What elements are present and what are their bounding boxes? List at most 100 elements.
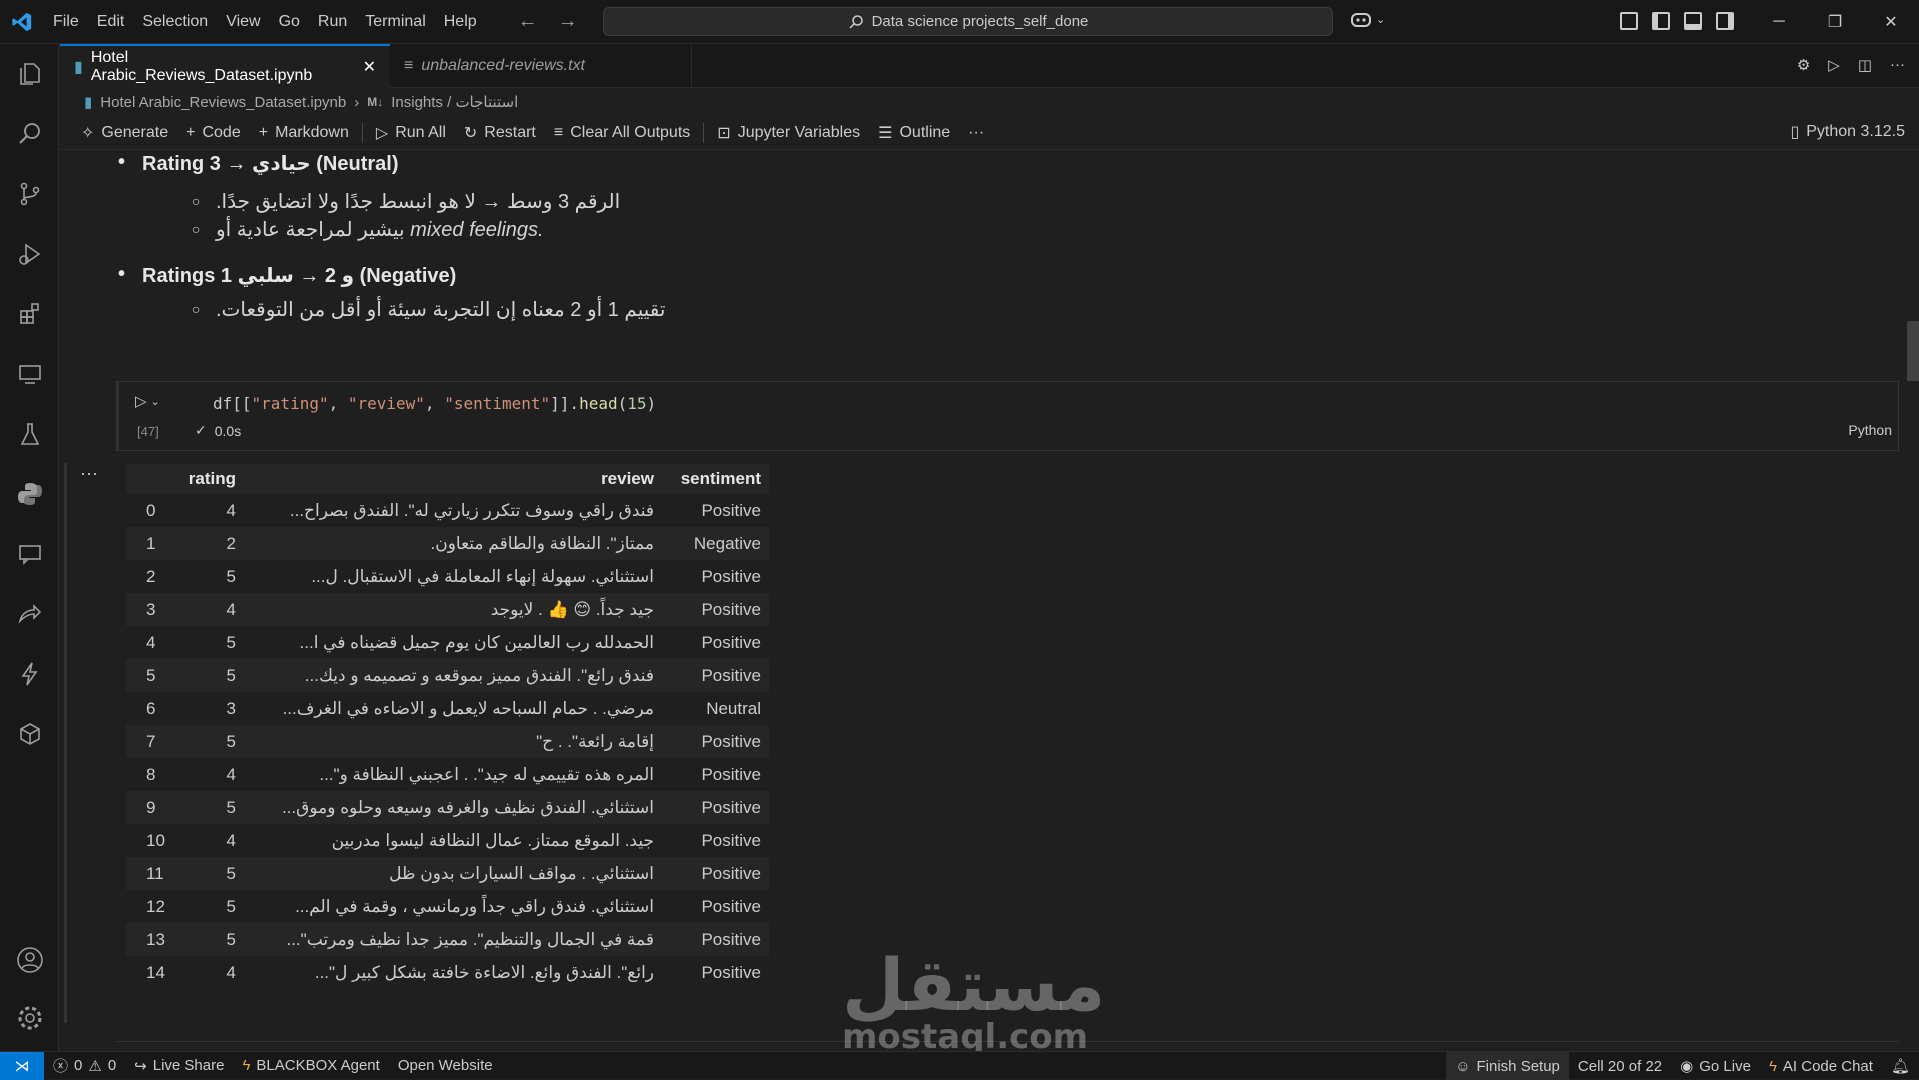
go-live-button[interactable]: ◉ Go Live (1671, 1052, 1760, 1080)
cell-rating: 5 (226, 566, 236, 586)
cell-language[interactable]: Python (1848, 422, 1892, 438)
scrollbar-thumb[interactable] (1907, 321, 1919, 381)
copilot-menu[interactable]: ⌄ (1350, 10, 1385, 28)
blackbox-cube-icon[interactable] (14, 718, 46, 750)
cell-index: 0 (146, 500, 156, 520)
cell-rating: 5 (176, 857, 256, 890)
table-row: 6 3 مرضي. . حمام السباحه لايعمل و الاضاءه … (126, 692, 769, 725)
menu-help[interactable]: Help (435, 0, 486, 44)
cell-sentiment: Positive (662, 923, 769, 956)
run-all-icon: ▷ (375, 124, 389, 142)
run-debug-icon[interactable] (14, 238, 46, 270)
problems-indicator[interactable]: ⓧ 0 ⚠ 0 (44, 1052, 125, 1080)
cell-position[interactable]: Cell 20 of 22 (1569, 1052, 1671, 1080)
menu-view[interactable]: View (217, 0, 269, 44)
toggle-secondary-sidebar-icon[interactable] (1716, 12, 1734, 30)
live-share-icon[interactable] (14, 598, 46, 630)
lightning-icon: ϟ (1768, 1057, 1777, 1075)
restart-label: Restart (484, 123, 536, 141)
activity-bar (0, 44, 59, 1051)
generate-button[interactable]: ✧ Generate (72, 123, 177, 143)
code-line[interactable]: df[["rating", "review", "sentiment"]].he… (213, 394, 656, 413)
run-icon[interactable]: ▷ (1828, 56, 1840, 74)
cell-index: 8 (146, 764, 156, 784)
add-markdown-button[interactable]: + Markdown (250, 124, 358, 142)
cell-review: استثنائي. سهولة إنهاء المعاملة في الاستق… (311, 566, 654, 586)
run-all-button[interactable]: ▷ Run All (367, 123, 455, 143)
clear-all-outputs-button[interactable]: ≡ Clear All Outputs (545, 124, 699, 142)
header-index (126, 464, 176, 494)
title-bar: File Edit Selection View Go Run Terminal… (0, 0, 1919, 44)
remote-explorer-icon[interactable] (14, 358, 46, 390)
source-control-icon[interactable] (14, 178, 46, 210)
go-live-label: Go Live (1699, 1057, 1751, 1075)
menu-file[interactable]: File (44, 0, 88, 44)
search-icon[interactable] (14, 118, 46, 150)
cell-review: فندق رائع". الفندق مميز بموقعه و تصميمه … (256, 659, 662, 692)
extensions-icon[interactable] (14, 298, 46, 330)
ai-code-chat-button[interactable]: ϟ AI Code Chat (1760, 1052, 1882, 1080)
cell-sentiment: Negative (662, 527, 769, 560)
back-arrow-icon[interactable]: ← (518, 10, 538, 33)
open-website-button[interactable]: Open Website (389, 1052, 502, 1080)
outline-icon: ☰ (878, 124, 893, 142)
tab-notebook[interactable]: ▮ Hotel Arabic_Reviews_Dataset.ipynb ✕ (60, 44, 390, 88)
gear-icon[interactable]: ⚙ (1797, 56, 1810, 74)
menu-selection[interactable]: Selection (133, 0, 217, 44)
breadcrumb-section[interactable]: Insights / استنتاجات (391, 93, 518, 111)
minimize-icon[interactable]: ─ (1751, 0, 1807, 44)
output-more-icon[interactable]: ··· (80, 463, 98, 484)
breadcrumb-file[interactable]: Hotel Arabic_Reviews_Dataset.ipynb (100, 94, 346, 111)
python-icon[interactable] (14, 478, 46, 510)
cell-rating: 2 (176, 527, 256, 560)
menu-go[interactable]: Go (270, 0, 309, 44)
cell-position-label: Cell 20 of 22 (1577, 1057, 1663, 1075)
lightning-icon[interactable] (14, 658, 46, 690)
code-cell[interactable]: ▷ ⌄ df[["rating", "review", "sentiment"]… (116, 381, 1899, 451)
remote-indicator-icon[interactable]: ⋊ (0, 1051, 44, 1080)
blackbox-agent-button[interactable]: ϟ BLACKBOX Agent (233, 1052, 388, 1080)
testing-flask-icon[interactable] (14, 418, 46, 450)
cell-index: 1 (126, 527, 176, 560)
explorer-icon[interactable] (14, 58, 46, 90)
account-icon[interactable] (14, 944, 46, 976)
tab-text-file[interactable]: ≡ unbalanced-reviews.txt (390, 44, 692, 88)
table-row: 12 5 استثنائي. فندق راقي جداً ورمانسي ، وق… (126, 890, 769, 923)
jupyter-variables-button[interactable]: ⊡ Jupyter Variables (708, 123, 869, 143)
finish-setup-button[interactable]: ☺ Finish Setup (1446, 1052, 1569, 1080)
execution-count: [47] (137, 424, 159, 439)
execution-status: ✓ 0.0s (195, 422, 241, 439)
close-window-icon[interactable]: ✕ (1863, 0, 1919, 44)
restore-icon[interactable]: ❐ (1807, 0, 1863, 44)
forward-arrow-icon[interactable]: → (558, 10, 578, 33)
cell-sentiment: Neutral (706, 698, 761, 718)
split-editor-icon[interactable]: ◫ (1858, 56, 1872, 74)
outline-button[interactable]: ☰ Outline (869, 123, 959, 143)
broadcast-icon: ◉ (1680, 1058, 1694, 1075)
menu-terminal[interactable]: Terminal (356, 0, 434, 44)
variables-label: Jupyter Variables (737, 123, 861, 141)
cell-index: 2 (146, 566, 156, 586)
breadcrumb: ▮ Hotel Arabic_Reviews_Dataset.ipynb › M… (60, 88, 1919, 116)
customize-layout-icon[interactable] (1620, 12, 1638, 30)
chat-icon[interactable] (14, 538, 46, 570)
cell-index: 4 (146, 632, 156, 652)
cell-review: المره هذه تقييمي له جيد". . اعجبني النظا… (319, 764, 654, 784)
table-row: 10 4 جيد. الموقع ممتاز. عمال النظافة ليسوا… (126, 824, 769, 857)
toggle-panel-icon[interactable] (1684, 12, 1702, 30)
sub-bullet-english: mixed feelings. (410, 219, 544, 241)
toggle-sidebar-icon[interactable] (1652, 12, 1670, 30)
command-center-search[interactable]: Data science projects_self_done (603, 7, 1333, 36)
menu-edit[interactable]: Edit (88, 0, 134, 44)
notifications-bell-icon[interactable]: 🔔︎ (1882, 1052, 1919, 1080)
run-cell-button[interactable]: ▷ ⌄ (135, 392, 160, 410)
close-tab-icon[interactable]: ✕ (363, 57, 376, 77)
kernel-picker[interactable]: ▯ Python 3.12.5 (1790, 122, 1905, 142)
more-toolbar-button[interactable]: ··· (959, 124, 993, 142)
restart-button[interactable]: ↻ Restart (455, 123, 545, 143)
more-actions-icon[interactable]: ··· (1890, 56, 1905, 74)
settings-gear-icon[interactable] (14, 1002, 46, 1034)
menu-run[interactable]: Run (309, 0, 356, 44)
live-share-button[interactable]: ↪ Live Share (125, 1052, 233, 1080)
add-code-button[interactable]: + Code (177, 124, 250, 142)
